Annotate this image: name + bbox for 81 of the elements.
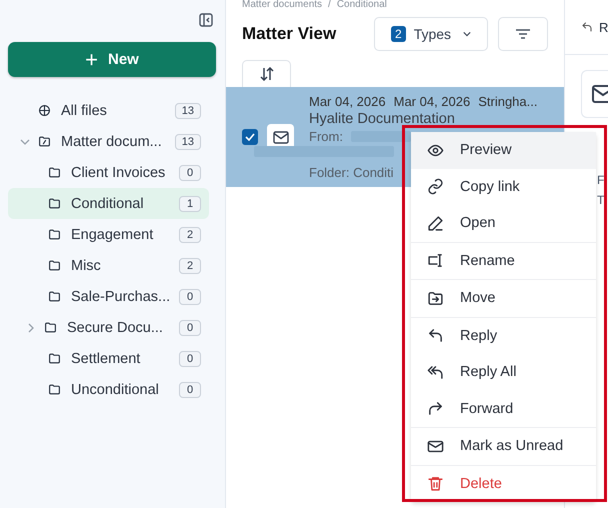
- sort-icon: [258, 67, 274, 81]
- menu-item[interactable]: Forward: [411, 390, 596, 427]
- reply-icon: [427, 327, 444, 344]
- tree-label: Unconditional: [71, 382, 160, 398]
- date-text: Mar 04, 2026: [394, 94, 470, 109]
- tree-item[interactable]: Matter docum... 13: [8, 126, 209, 157]
- menu-item[interactable]: Open: [411, 205, 596, 242]
- folder-arrow-icon: [427, 290, 444, 307]
- checkmark-icon: [245, 133, 255, 141]
- chevron-down-icon: [463, 29, 471, 39]
- folder-icon: [48, 259, 61, 272]
- tree-item[interactable]: Misc 2: [8, 250, 209, 281]
- pencil-icon: [427, 214, 444, 232]
- folder-icon: [44, 321, 57, 334]
- tree-label: Misc: [71, 258, 102, 274]
- rename-icon: [427, 252, 444, 270]
- new-button[interactable]: + New: [8, 42, 216, 77]
- count-badge: 13: [174, 102, 201, 118]
- from-label: From:: [309, 129, 343, 144]
- folder-icon: [48, 383, 61, 396]
- types-dropdown[interactable]: 2 Types: [374, 17, 488, 51]
- count-badge: 1: [179, 196, 201, 212]
- menu-item[interactable]: Reply All: [411, 354, 596, 390]
- tree-item[interactable]: Client Invoices 0: [8, 157, 209, 188]
- count-badge: 13: [174, 134, 201, 150]
- trash-icon: [427, 475, 444, 492]
- tree-item[interactable]: Settlement 0: [8, 343, 209, 374]
- count-badge: 0: [179, 164, 201, 180]
- tree-label: Matter docum...: [61, 134, 163, 150]
- sidebar-toggle-icon[interactable]: [199, 13, 213, 27]
- tree-item[interactable]: Unconditional 0: [8, 374, 209, 405]
- tree-label: Conditional: [71, 196, 145, 212]
- tree-item[interactable]: Engagement 2: [8, 219, 209, 250]
- menu-item[interactable]: Rename: [411, 242, 596, 279]
- to-label: T: [596, 193, 606, 207]
- sort-button[interactable]: [242, 60, 291, 87]
- tree-item[interactable]: All files 13: [8, 95, 209, 126]
- tree-item[interactable]: Secure Docu... 0: [8, 312, 209, 343]
- folder-icon: [48, 290, 61, 303]
- page-title: Matter View: [242, 24, 338, 44]
- breadcrumb-separator: /: [328, 0, 331, 11]
- from-label: F: [596, 173, 606, 187]
- forward-icon: [427, 400, 444, 418]
- author-text: Stringha...: [478, 94, 538, 109]
- tree-label: Sale-Purchas...: [71, 288, 172, 304]
- count-badge: 2: [179, 258, 201, 274]
- menu-item[interactable]: Reply: [411, 318, 596, 354]
- filter-icon: [515, 27, 531, 41]
- folder-icon: [48, 197, 61, 210]
- file-title: Hyalite Documentation: [309, 111, 456, 127]
- count-badge: 0: [179, 320, 201, 336]
- folder-icon: [38, 135, 51, 148]
- count-badge: 0: [179, 382, 201, 398]
- tree-label: All files: [61, 102, 108, 118]
- folder-text: Folder: Conditi: [309, 165, 395, 180]
- reply-icon: [581, 21, 593, 33]
- tree-label: Engagement: [71, 226, 154, 242]
- tree-item[interactable]: Conditional 1: [8, 188, 209, 219]
- envelope-icon: [592, 85, 608, 103]
- count-badge: 0: [179, 288, 201, 304]
- tree-label: Client Invoices: [71, 164, 166, 180]
- tree-label: Secure Docu...: [67, 320, 164, 336]
- globe-icon: [38, 104, 51, 117]
- count-badge: 0: [179, 350, 201, 366]
- menu-item[interactable]: Preview: [411, 132, 596, 168]
- menu-item[interactable]: Mark as Unread: [411, 428, 596, 464]
- checkbox[interactable]: [242, 129, 258, 145]
- menu-item[interactable]: Move: [411, 280, 596, 316]
- date-text: Mar 04, 2026: [309, 94, 386, 109]
- tree-label: Settlement: [71, 350, 142, 366]
- tree-item[interactable]: Sale-Purchas... 0: [8, 281, 209, 312]
- reply-all-icon: [427, 364, 444, 381]
- link-icon: [427, 178, 444, 196]
- menu-item[interactable]: Delete: [411, 466, 596, 502]
- menu-item[interactable]: Copy link: [411, 168, 596, 205]
- folder-icon: [48, 352, 61, 365]
- count-badge: 2: [179, 226, 201, 242]
- reply-button[interactable]: R: [599, 20, 608, 34]
- folder-icon: [48, 166, 61, 179]
- redacted-text: [350, 131, 411, 142]
- folder-icon: [48, 228, 61, 241]
